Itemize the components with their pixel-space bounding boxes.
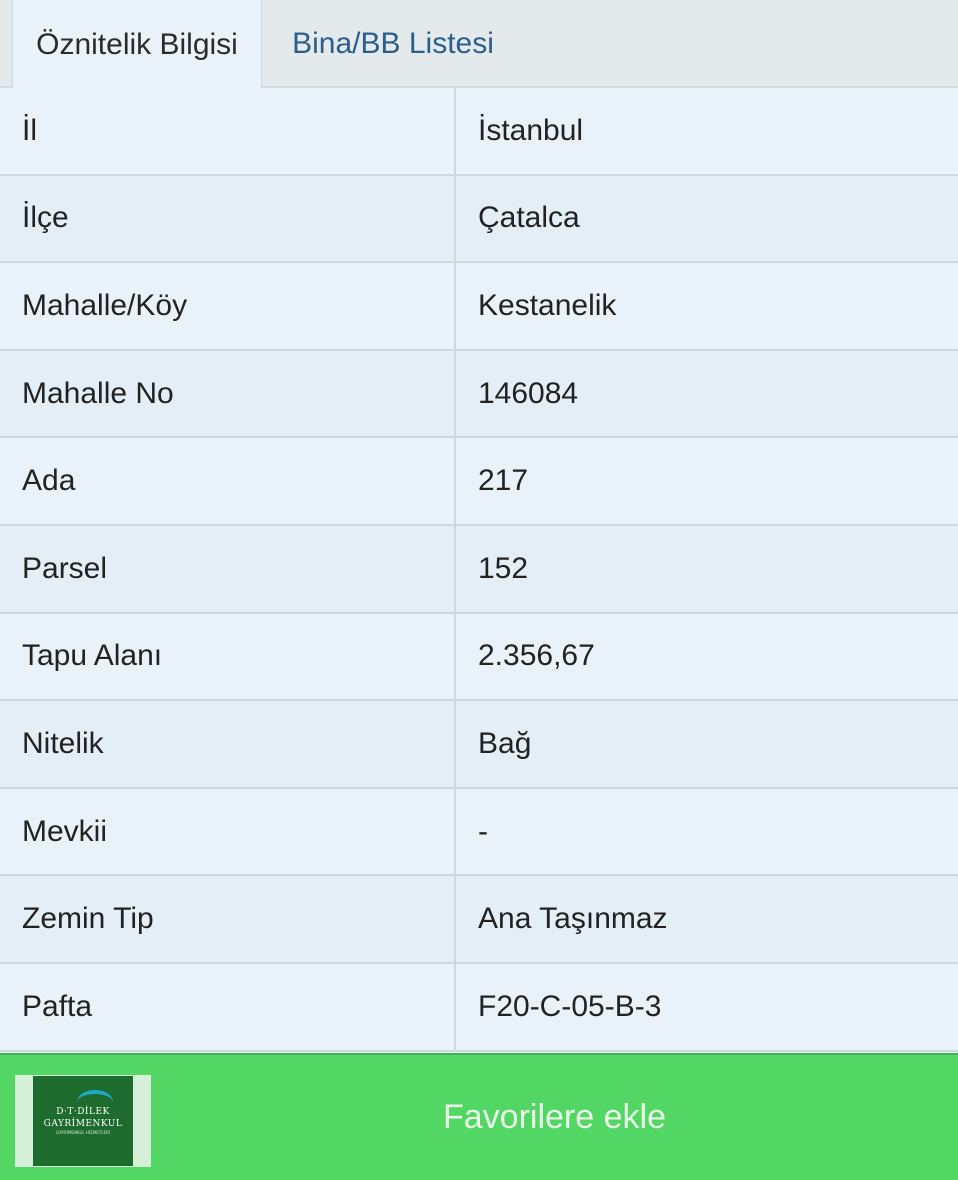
row-value: 146084: [478, 376, 579, 410]
table-row: İlçe Çatalca: [0, 175, 958, 264]
company-logo: D·T·DİLEK GAYRİMENKUL GAYRİMENKUL HİZMET…: [15, 1075, 151, 1167]
row-key: İl: [0, 88, 456, 174]
row-key: Ada: [0, 438, 456, 524]
add-to-favorites-button[interactable]: Favorilere ekle: [151, 1055, 958, 1180]
table-row: Pafta F20-C-05-B-3: [0, 963, 958, 1052]
row-value: Kestanelik: [478, 288, 617, 322]
row-key: Parsel: [0, 525, 456, 612]
table-row: Tapu Alanı 2.356,67: [0, 613, 958, 702]
row-key: Tapu Alanı: [0, 613, 456, 700]
row-key: Zemin Tip: [0, 876, 456, 962]
attribute-table: İl İstanbul İlçe Çatalca Mahalle/Köy Kes…: [0, 88, 958, 1052]
table-row: Mahalle/Köy Kestanelik: [0, 263, 958, 351]
row-value: F20-C-05-B-3: [478, 989, 662, 1023]
table-row: Mevkii -: [0, 788, 958, 877]
row-value: İstanbul: [478, 113, 584, 147]
logo-subtitle: GAYRİMENKUL HİZMETLERİ: [56, 1130, 110, 1135]
row-value: 152: [478, 551, 529, 585]
row-value: Çatalca: [478, 201, 580, 235]
logo-badge: D·T·DİLEK GAYRİMENKUL GAYRİMENKUL HİZMET…: [33, 1076, 133, 1166]
row-key: Nitelik: [0, 701, 456, 787]
table-row: Zemin Tip Ana Taşınmaz: [0, 876, 958, 964]
table-row: Nitelik Bağ: [0, 701, 958, 789]
logo-line2: GAYRİMENKUL: [43, 1119, 123, 1129]
row-key: İlçe: [0, 175, 456, 262]
row-key: Mevkii: [0, 788, 456, 875]
roof-icon: [77, 1090, 113, 1114]
footer-bar: D·T·DİLEK GAYRİMENKUL GAYRİMENKUL HİZMET…: [0, 1053, 958, 1180]
tab-bar: Öznitelik Bilgisi Bina/BB Listesi: [0, 0, 958, 90]
tab-bina-bb-listesi[interactable]: Bina/BB Listesi: [262, 0, 524, 88]
table-row: Mahalle No 146084: [0, 350, 958, 439]
tab-oznitelik-bilgisi[interactable]: Öznitelik Bilgisi: [12, 0, 262, 90]
table-row: Parsel 152: [0, 525, 958, 614]
row-key: Mahalle No: [0, 350, 456, 437]
row-value: 217: [478, 464, 529, 498]
row-value: -: [478, 814, 488, 848]
row-key: Mahalle/Köy: [0, 263, 456, 349]
row-key: Pafta: [0, 963, 456, 1050]
row-value: Bağ: [478, 726, 532, 760]
table-row: İl İstanbul: [0, 88, 958, 176]
row-value: Ana Taşınmaz: [478, 902, 668, 936]
row-value: 2.356,67: [478, 639, 595, 673]
table-row: Ada 217: [0, 438, 958, 526]
